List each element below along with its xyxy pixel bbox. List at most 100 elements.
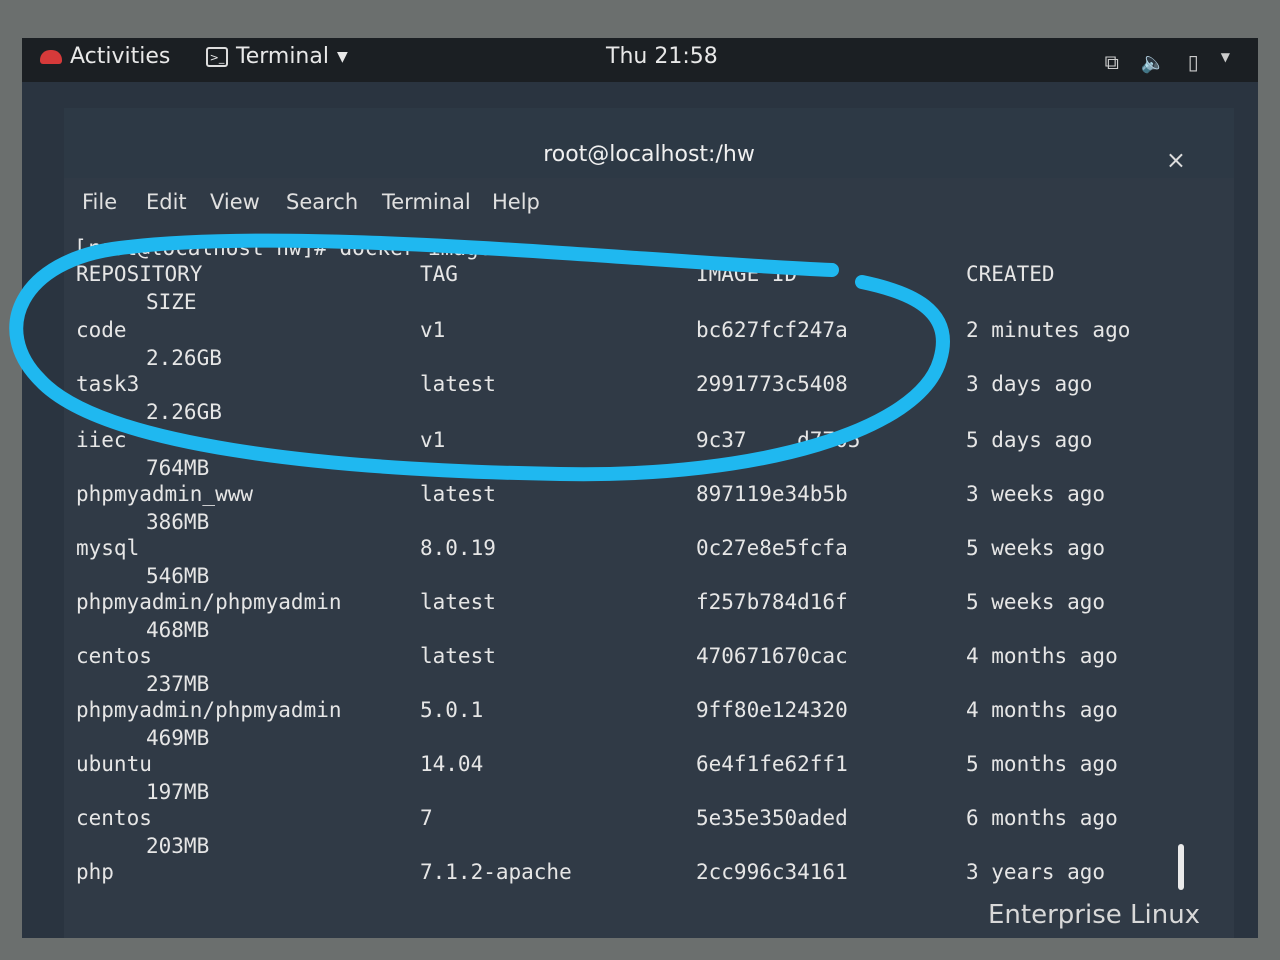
image-id-cell: 6e4f1fe62ff1 <box>696 752 848 776</box>
clock[interactable]: Thu 21:58 <box>606 44 718 69</box>
size-cell: 546MB <box>146 564 210 588</box>
tag-cell: 7.1.2-apache <box>420 860 572 884</box>
terminal-output[interactable]: [root@localhost hw]# docker images REPOS… <box>74 236 1224 936</box>
size-cell: 2.26GB <box>146 400 222 424</box>
table-row: phpmyadmin/phpmyadmin 5.0.1 9ff80e124320 4 … <box>74 698 1224 754</box>
size-cell: 764MB <box>146 456 210 480</box>
repository-cell: iiec <box>76 428 127 452</box>
clock-label: Thu 21:58 <box>606 44 718 69</box>
table-row: phpmyadmin/phpmyadmin latest f257b784d16f 5… <box>74 590 1224 646</box>
image-id-cell: bc627fcf247a <box>696 318 848 342</box>
created-cell: 5 weeks ago <box>966 536 1106 560</box>
size-cell: 237MB <box>146 672 210 696</box>
tag-cell: 7 <box>420 806 433 830</box>
terminal-icon: >_ <box>206 46 228 67</box>
desktop-screen: Activities >_ Terminal ▼ Thu 21:58 ⧉ 🔈 ▯… <box>22 38 1258 938</box>
size-cell: 469MB <box>146 726 210 750</box>
repository-cell: php <box>76 860 114 884</box>
created-cell: 5 months ago <box>966 752 1118 776</box>
repository-cell: code <box>76 318 127 342</box>
menu-view[interactable]: View <box>210 190 260 214</box>
terminal-window: root@localhost:/hw × File Edit View Sear… <box>64 108 1234 938</box>
header-created: CREATED <box>966 262 1055 286</box>
size-cell: 2.26GB <box>146 346 222 370</box>
activities-button[interactable]: Activities <box>40 44 170 69</box>
menu-terminal[interactable]: Terminal <box>382 190 471 214</box>
table-row: phpmyadmin_www latest 897119e34b5b 3 weeks … <box>74 482 1224 538</box>
tag-cell: 8.0.19 <box>420 536 496 560</box>
table-row: code v1 bc627fcf247a 2 minutes ago 2.26GB <box>74 318 1224 374</box>
menu-file[interactable]: File <box>82 190 117 214</box>
size-cell: 386MB <box>146 510 210 534</box>
size-cell: 197MB <box>146 780 210 804</box>
watermark-text: Enterprise Linux <box>988 900 1201 930</box>
repository-cell: ubuntu <box>76 752 152 776</box>
menu-search[interactable]: Search <box>286 190 358 214</box>
menu-edit[interactable]: Edit <box>146 190 187 214</box>
repository-cell: mysql <box>76 536 140 560</box>
size-cell: 203MB <box>146 834 210 858</box>
redhat-icon <box>40 49 62 64</box>
image-id-cell: 9ff80e124320 <box>696 698 848 722</box>
created-cell: 5 days ago <box>966 428 1093 452</box>
created-cell: 3 years ago <box>966 860 1106 884</box>
command-prompt: [root@localhost hw]# docker images <box>74 236 504 260</box>
tag-cell: 14.04 <box>420 752 484 776</box>
close-button[interactable]: × <box>1166 146 1186 174</box>
repository-cell: phpmyadmin_www <box>76 482 254 506</box>
menu-help[interactable]: Help <box>492 190 540 214</box>
volume-icon: 🔈 <box>1140 50 1166 74</box>
created-cell: 4 months ago <box>966 698 1118 722</box>
chevron-down-icon: ▼ <box>336 48 348 65</box>
created-cell: 3 days ago <box>966 372 1093 396</box>
image-id-cell: 897119e34b5b <box>696 482 848 506</box>
image-id-cell: 5e35e350aded <box>696 806 848 830</box>
image-id-cell: 470671670cac <box>696 644 848 668</box>
tag-cell: latest <box>420 482 496 506</box>
status-menu[interactable]: ⧉ 🔈 ▯ ▼ <box>1105 50 1230 74</box>
tag-cell: v1 <box>420 318 446 342</box>
table-row: iiec v1 9c37 d7705 5 days ago 764MB <box>74 428 1224 484</box>
tag-cell: v1 <box>420 428 446 452</box>
header-image-id: IMAGE ID <box>696 262 798 286</box>
created-cell: 5 weeks ago <box>966 590 1106 614</box>
tag-cell: 5.0.1 <box>420 698 484 722</box>
table-row: mysql 8.0.19 0c27e8e5fcfa 5 weeks ago 546MB <box>74 536 1224 592</box>
table-row: ubuntu 14.04 6e4f1fe62ff1 5 months ago 197MB <box>74 752 1224 808</box>
created-cell: 3 weeks ago <box>966 482 1106 506</box>
network-icon: ⧉ <box>1104 50 1119 74</box>
window-titlebar[interactable]: root@localhost:/hw × <box>64 108 1234 178</box>
menu-bar: File Edit View Search Terminal Help <box>64 184 1234 224</box>
image-id-cell: 0c27e8e5fcfa <box>696 536 848 560</box>
image-id-cell: 2cc996c34161 <box>696 860 848 884</box>
tag-cell: latest <box>420 372 496 396</box>
created-cell: 4 months ago <box>966 644 1118 668</box>
size-cell: 468MB <box>146 618 210 642</box>
tag-cell: latest <box>420 644 496 668</box>
repository-cell: phpmyadmin/phpmyadmin <box>76 590 342 614</box>
app-menu-button[interactable]: >_ Terminal ▼ <box>206 44 348 69</box>
scrollbar[interactable] <box>1178 844 1184 890</box>
repository-cell: centos <box>76 806 152 830</box>
table-row: centos latest 470671670cac 4 months ago 237M… <box>74 644 1224 700</box>
header-size: SIZE <box>146 290 197 314</box>
created-cell: 6 months ago <box>966 806 1118 830</box>
header-row: REPOSITORY TAG IMAGE ID CREATED SIZE <box>74 262 1224 318</box>
image-id-cell: f257b784d16f <box>696 590 848 614</box>
image-id-cell: 2991773c5408 <box>696 372 848 396</box>
repository-cell: centos <box>76 644 152 668</box>
header-repository: REPOSITORY <box>76 262 203 286</box>
app-menu-label: Terminal <box>236 44 329 69</box>
table-row: centos 7 5e35e350aded 6 months ago 203MB <box>74 806 1224 862</box>
image-id-cell: 9c37 d7705 <box>696 428 861 452</box>
tag-cell: latest <box>420 590 496 614</box>
header-tag: TAG <box>420 262 458 286</box>
activities-label: Activities <box>70 44 171 69</box>
window-title: root@localhost:/hw <box>543 142 755 167</box>
created-cell: 2 minutes ago <box>966 318 1131 342</box>
chevron-down-icon: ▼ <box>1220 50 1230 64</box>
table-row: task3 latest 2991773c5408 3 days ago 2.26GB <box>74 372 1224 428</box>
top-bar: Activities >_ Terminal ▼ Thu 21:58 ⧉ 🔈 ▯… <box>22 38 1258 82</box>
battery-icon: ▯ <box>1187 50 1199 74</box>
repository-cell: task3 <box>76 372 140 396</box>
